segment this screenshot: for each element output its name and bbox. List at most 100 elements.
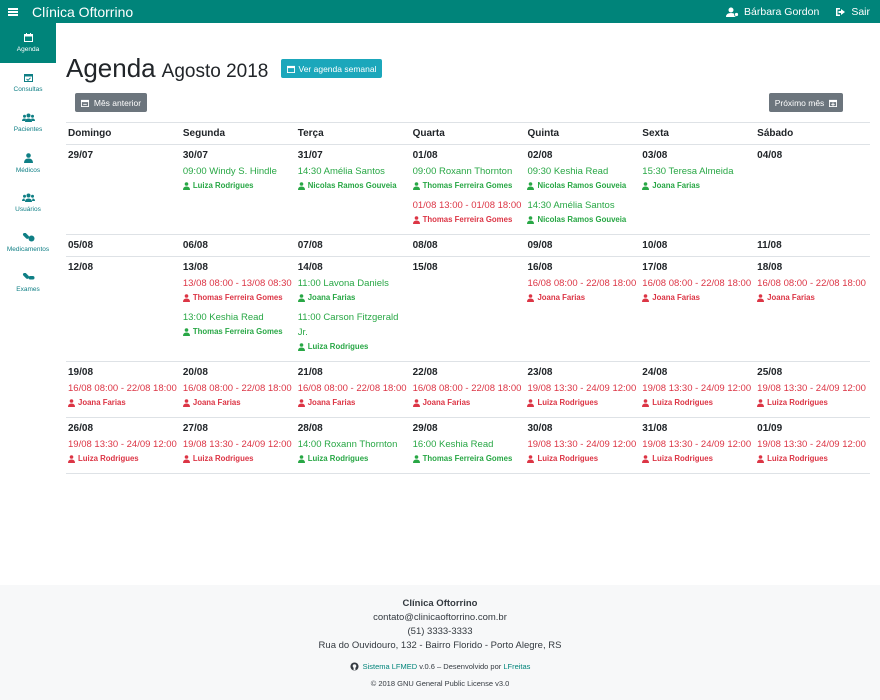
- day-cell[interactable]: 13/08 13/08 08:00 - 13/08 08:30 Thomas Fer…: [181, 257, 296, 361]
- day-cell[interactable]: 28/08 14:00 Roxann Thornton Luiza Rodrigue…: [296, 418, 411, 473]
- day-cell[interactable]: 26/08 19/08 13:30 - 24/09 12:00 Luiza Rodr…: [66, 418, 181, 473]
- day-cell[interactable]: 19/08 16/08 08:00 - 22/08 18:00 Joana Fari…: [66, 362, 181, 417]
- day-cell[interactable]: 11/08: [755, 235, 870, 256]
- event-doctor: Joana Farias: [642, 180, 753, 191]
- appointment[interactable]: 09:00 Roxann Thornton Thomas Ferreira Gom…: [412, 164, 524, 191]
- developer-link[interactable]: LFreitas: [503, 662, 530, 671]
- blocked-period[interactable]: 16/08 08:00 - 22/08 18:00 Joana Farias: [68, 381, 179, 408]
- system-link[interactable]: Sistema LFMED: [363, 662, 418, 671]
- appointment[interactable]: 09:30 Keshia Read Nicolas Ramos Gouveia: [527, 164, 638, 191]
- users-icon: [21, 113, 35, 122]
- day-cell[interactable]: 31/08 19/08 13:30 - 24/09 12:00 Luiza Rodr…: [640, 418, 755, 473]
- previous-month-button[interactable]: Mês anterior: [75, 93, 147, 112]
- appointment[interactable]: 11:00 Lavona Daniels Joana Farias: [297, 276, 409, 303]
- calendar-check-icon: [23, 74, 33, 82]
- blocked-period[interactable]: 16/08 08:00 - 22/08 18:00 Joana Farias: [412, 381, 524, 408]
- day-cell[interactable]: 06/08: [181, 235, 296, 256]
- blocked-period[interactable]: 16/08 08:00 - 22/08 18:00 Joana Farias: [297, 381, 409, 408]
- sidebar-item-agenda[interactable]: Agenda: [0, 23, 56, 63]
- day-cell[interactable]: 21/08 16/08 08:00 - 22/08 18:00 Joana Fari…: [296, 362, 411, 417]
- appointment[interactable]: 11:00 Carson Fitzgerald Jr. Luiza Rodrigu…: [297, 310, 409, 352]
- event-text: 13:00 Keshia Read: [182, 312, 264, 323]
- day-cell[interactable]: 08/08: [411, 235, 526, 256]
- appointment[interactable]: 16:00 Keshia Read Thomas Ferreira Gomes: [412, 437, 524, 464]
- blocked-period[interactable]: 16/08 08:00 - 22/08 18:00 Joana Farias: [757, 276, 868, 303]
- blocked-period[interactable]: 01/08 13:00 - 01/08 18:00 Thomas Ferreira…: [412, 198, 524, 225]
- day-cell[interactable]: 10/08: [640, 235, 755, 256]
- blocked-period[interactable]: 19/08 13:30 - 24/09 12:00 Luiza Rodrigues: [182, 437, 294, 464]
- sidebar-item-medicos[interactable]: Médicos: [0, 143, 56, 183]
- day-cell[interactable]: 23/08 19/08 13:30 - 24/09 12:00 Luiza Rodr…: [525, 362, 640, 417]
- doctor-name: Luiza Rodrigues: [652, 454, 713, 463]
- appointment[interactable]: 09:00 Windy S. Hindle Luiza Rodrigues: [182, 164, 294, 191]
- sidebar-item-consultas[interactable]: Consultas: [0, 63, 56, 103]
- day-cell[interactable]: 16/08 16/08 08:00 - 22/08 18:00 Joana Fari…: [525, 257, 640, 361]
- menu-icon[interactable]: [8, 7, 18, 16]
- doctor-name: Joana Farias: [652, 293, 700, 302]
- day-cell[interactable]: 17/08 16/08 08:00 - 22/08 18:00 Joana Fari…: [640, 257, 755, 361]
- day-cell[interactable]: 01/09 19/08 13:30 - 24/09 12:00 Luiza Rodr…: [755, 418, 870, 473]
- blocked-period[interactable]: 19/08 13:30 - 24/09 12:00 Luiza Rodrigues: [527, 381, 638, 408]
- user-menu[interactable]: Bárbara Gordon: [726, 6, 819, 18]
- blocked-period[interactable]: 16/08 08:00 - 22/08 18:00 Joana Farias: [642, 276, 753, 303]
- day-cell[interactable]: 27/08 19/08 13:30 - 24/09 12:00 Luiza Rodr…: [181, 418, 296, 473]
- user-md-icon: [757, 398, 765, 407]
- next-month-button[interactable]: Próximo mês: [769, 93, 843, 112]
- event-doctor: Thomas Ferreira Gomes: [182, 292, 294, 303]
- day-cell[interactable]: 01/08 09:00 Roxann Thornton Thomas Ferreir…: [411, 145, 526, 234]
- day-cell[interactable]: 30/08 19/08 13:30 - 24/09 12:00 Luiza Rodr…: [525, 418, 640, 473]
- day-cell[interactable]: 04/08: [755, 145, 870, 234]
- blocked-period[interactable]: 19/08 13:30 - 24/09 12:00 Luiza Rodrigues: [642, 381, 753, 408]
- day-cell[interactable]: 03/08 15:30 Teresa Almeida Joana Farias: [640, 145, 755, 234]
- blocked-period[interactable]: 13/08 08:00 - 13/08 08:30 Thomas Ferreira…: [182, 276, 294, 303]
- user-md-icon: [527, 398, 535, 407]
- logout-link[interactable]: Sair: [835, 6, 870, 18]
- day-cell[interactable]: 22/08 16/08 08:00 - 22/08 18:00 Joana Fari…: [411, 362, 526, 417]
- event-doctor: Thomas Ferreira Gomes: [412, 180, 524, 191]
- day-cell[interactable]: 31/07 14:30 Amélia Santos Nicolas Ramos Go…: [296, 145, 411, 234]
- appointment[interactable]: 14:00 Roxann Thornton Luiza Rodrigues: [297, 437, 409, 464]
- day-cell[interactable]: 14/08 11:00 Lavona Daniels Joana Farias 11:…: [296, 257, 411, 361]
- day-cell[interactable]: 30/07 09:00 Windy S. Hindle Luiza Rodrigue…: [181, 145, 296, 234]
- sidebar-item-medicamentos[interactable]: Medicamentos: [0, 223, 56, 263]
- blocked-period[interactable]: 19/08 13:30 - 24/09 12:00 Luiza Rodrigues: [757, 437, 868, 464]
- blocked-period[interactable]: 16/08 08:00 - 22/08 18:00 Joana Farias: [527, 276, 638, 303]
- appointment[interactable]: 15:30 Teresa Almeida Joana Farias: [642, 164, 753, 191]
- sidebar-item-label: Medicamentos: [6, 246, 50, 253]
- calendar-week: 19/08 16/08 08:00 - 22/08 18:00 Joana Fari…: [66, 362, 870, 418]
- blocked-period[interactable]: 19/08 13:30 - 24/09 12:00 Luiza Rodrigues: [757, 381, 868, 408]
- weekly-agenda-button[interactable]: Ver agenda semanal: [281, 59, 382, 78]
- appointment[interactable]: 14:30 Amélia Santos Nicolas Ramos Gouveia: [527, 198, 638, 225]
- day-cell[interactable]: 29/08 16:00 Keshia Read Thomas Ferreira Go…: [411, 418, 526, 473]
- appointment[interactable]: 14:30 Amélia Santos Nicolas Ramos Gouveia: [297, 164, 409, 191]
- blocked-period[interactable]: 19/08 13:30 - 24/09 12:00 Luiza Rodrigues: [527, 437, 638, 464]
- day-cell[interactable]: 18/08 16/08 08:00 - 22/08 18:00 Joana Fari…: [755, 257, 870, 361]
- day-cell[interactable]: 02/08 09:30 Keshia Read Nicolas Ramos Gouv…: [525, 145, 640, 234]
- blocked-period[interactable]: 19/08 13:30 - 24/09 12:00 Luiza Rodrigues: [68, 437, 179, 464]
- day-cell[interactable]: 09/08: [525, 235, 640, 256]
- day-cell[interactable]: 24/08 19/08 13:30 - 24/09 12:00 Luiza Rodr…: [640, 362, 755, 417]
- day-cell[interactable]: 20/08 16/08 08:00 - 22/08 18:00 Joana Fari…: [181, 362, 296, 417]
- event-text: 11:00 Lavona Daniels: [297, 278, 389, 289]
- day-cell[interactable]: 25/08 19/08 13:30 - 24/09 12:00 Luiza Rodr…: [755, 362, 870, 417]
- day-date: 27/08: [182, 423, 208, 434]
- day-cell[interactable]: 15/08: [411, 257, 526, 361]
- sidebar-item-exames[interactable]: Exames: [0, 263, 56, 303]
- brand-title[interactable]: Clínica Oftorrino: [32, 4, 133, 20]
- day-date: 29/07: [68, 150, 94, 161]
- day-cell[interactable]: 29/07: [66, 145, 181, 234]
- appointment[interactable]: 13:00 Keshia Read Thomas Ferreira Gomes: [182, 310, 294, 337]
- page-title: Agenda Agosto 2018: [66, 53, 268, 84]
- day-date: 26/08: [68, 423, 94, 434]
- sidebar-item-pacientes[interactable]: Pacientes: [0, 103, 56, 143]
- day-cell[interactable]: 05/08: [66, 235, 181, 256]
- day-header: Segunda: [182, 128, 226, 139]
- sidebar-item-usuarios[interactable]: Usuários: [0, 183, 56, 223]
- day-cell[interactable]: 07/08: [296, 235, 411, 256]
- blocked-period[interactable]: 19/08 13:30 - 24/09 12:00 Luiza Rodrigues: [642, 437, 753, 464]
- doctor-name: Luiza Rodrigues: [307, 454, 369, 463]
- footer: Clínica Oftorrino contato@clinicaoftorri…: [0, 585, 880, 700]
- day-header: Sexta: [642, 128, 669, 139]
- day-cell[interactable]: 12/08: [66, 257, 181, 361]
- blocked-period[interactable]: 16/08 08:00 - 22/08 18:00 Joana Farias: [182, 381, 294, 408]
